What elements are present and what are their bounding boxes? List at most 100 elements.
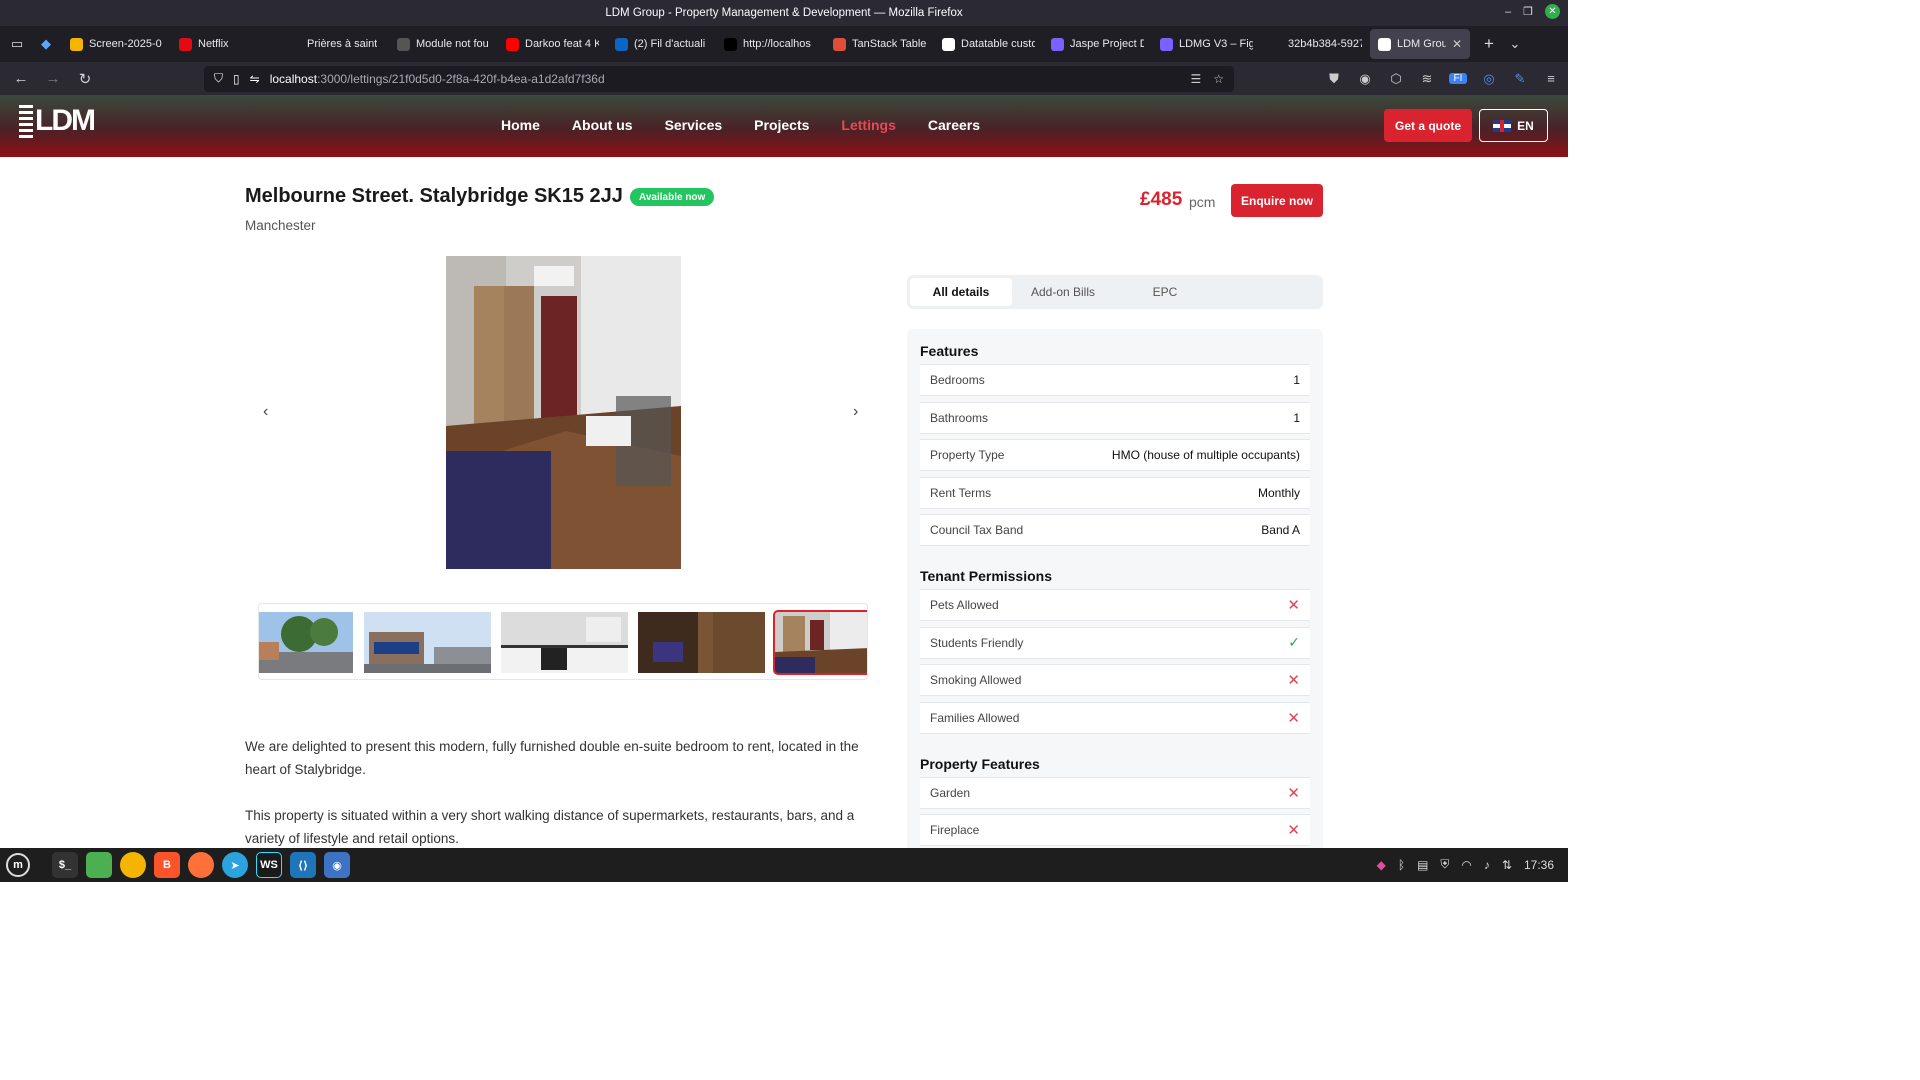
status-badge: Available now <box>630 188 715 206</box>
reader-view-icon[interactable]: ☰ <box>1190 72 1201 86</box>
features-heading: Features <box>920 343 979 359</box>
browser-tab[interactable]: Screen-2025-0 <box>62 29 171 59</box>
app-tray-icon[interactable]: ◆ <box>1377 858 1386 872</box>
browser-tab[interactable]: Datatable custo <box>934 29 1043 59</box>
chrome-icon[interactable] <box>120 852 146 878</box>
menu-icon[interactable]: ≡ <box>1542 71 1560 86</box>
back-icon[interactable]: ← <box>8 66 34 92</box>
pocket-icon[interactable]: ⛊ <box>1325 71 1343 87</box>
account-icon[interactable]: ◉ <box>1356 71 1374 87</box>
permission-row: Garden ✕ <box>920 776 1310 809</box>
url-bar[interactable]: ⛉ ▯ ⇋ localhost:3000/lettings/21f0d5d0-2… <box>204 65 1234 92</box>
thumbnail-3[interactable] <box>501 612 628 673</box>
main-nav: Home About us Services Projects Lettings Care… <box>501 117 1012 133</box>
tab-all-details[interactable]: All details <box>910 278 1012 306</box>
reload-icon[interactable]: ↻ <box>72 66 98 92</box>
os-taskbar: m $_ B ➤ WS ⟨⟩ ◉ ◆ ᛒ ▤ ⛨ ◠ ♪ ⇅ 17:36 <box>0 848 1568 882</box>
brave-icon[interactable]: B <box>154 852 180 878</box>
browser-tab[interactable]: LDM Group - ✕ <box>1370 29 1470 59</box>
tab-add-on-bills[interactable]: Add-on Bills <box>1012 278 1114 306</box>
tab-title: Datatable custo <box>961 38 1035 50</box>
browser-tab[interactable]: (2) Fil d'actuali <box>607 29 716 59</box>
cross-icon: ✕ <box>1287 709 1300 727</box>
extension-blue-icon[interactable]: ◎ <box>1480 71 1498 87</box>
permission-label: Fireplace <box>930 823 980 837</box>
nav-home[interactable]: Home <box>501 117 540 133</box>
extension-fi-icon[interactable]: FI <box>1449 73 1467 84</box>
new-tab-icon[interactable]: + <box>1476 31 1502 57</box>
property-features-list: Garden ✕ Fireplace ✕ <box>920 776 1310 846</box>
page-icon <box>1269 37 1282 51</box>
language-button[interactable]: EN <box>1479 109 1548 142</box>
thumbnail-2[interactable] <box>364 612 491 673</box>
cross-icon: ✕ <box>1287 672 1300 689</box>
enquire-button[interactable]: Enquire now <box>1231 184 1323 217</box>
firefox-icon[interactable] <box>188 852 214 878</box>
nav-lettings[interactable]: Lettings <box>841 117 895 133</box>
property-price: £485 <box>1140 189 1183 210</box>
nav-about-us[interactable]: About us <box>572 117 633 133</box>
browser-tab[interactable]: Prières à saint <box>280 29 389 59</box>
gallery-next-icon[interactable]: › <box>853 403 858 421</box>
nav-projects[interactable]: Projects <box>754 117 809 133</box>
permission-label: Garden <box>930 785 971 800</box>
clipboard-icon[interactable]: ▤ <box>1417 858 1428 872</box>
permissions-icon[interactable]: ⇋ <box>250 72 260 86</box>
clock[interactable]: 17:36 <box>1524 858 1554 872</box>
get-quote-button[interactable]: Get a quote <box>1384 109 1472 142</box>
shield-tray-icon[interactable]: ⛨ <box>1440 857 1449 872</box>
site-header: LDM Home About us Services Projects Lettings… <box>0 95 1568 157</box>
permission-row: Families Allowed ✕ <box>920 701 1310 734</box>
nav-services[interactable]: Services <box>665 117 723 133</box>
tab-bar: ▭ ◆ Screen-2025-0 Netflix Prières à saint M… <box>0 26 1568 62</box>
firefox-view-icon[interactable]: ▭ <box>4 31 30 57</box>
browser-tab[interactable]: Netflix <box>171 29 280 59</box>
thumbnail-strip <box>258 603 868 680</box>
permission-label: Families Allowed <box>930 710 1020 725</box>
nav-careers[interactable]: Careers <box>928 117 980 133</box>
screenshot-icon[interactable]: ◉ <box>324 852 350 878</box>
tanstack-icon <box>833 37 846 51</box>
telegram-icon[interactable]: ➤ <box>222 852 248 878</box>
network-icon[interactable]: ⇅ <box>1502 858 1512 872</box>
browser-tab[interactable]: Jaspe Project D <box>1043 29 1152 59</box>
url-host: localhost <box>269 71 318 86</box>
window-controls: – ❐ ✕ <box>1505 4 1560 19</box>
figma-icon <box>1051 37 1064 51</box>
volume-icon[interactable]: ♪ <box>1484 858 1490 872</box>
extensions-icon[interactable]: ⬡ <box>1387 71 1405 87</box>
browser-tab[interactable]: Module not fou <box>389 29 498 59</box>
thumbnail-4[interactable] <box>638 612 765 673</box>
browser-tab[interactable]: TanStack Table <box>825 29 934 59</box>
maximize-icon[interactable]: ❐ <box>1523 5 1533 18</box>
bookmark-star-icon[interactable]: ☆ <box>1213 72 1224 86</box>
thumbnail-5[interactable] <box>773 610 867 675</box>
browser-tab[interactable]: 32b4b384-5927-40 <box>1261 29 1370 59</box>
extension-icon[interactable]: ≋ <box>1418 71 1436 87</box>
tab-epc[interactable]: EPC <box>1114 278 1216 306</box>
terminal-icon[interactable]: $_ <box>52 852 78 878</box>
vscode-icon[interactable]: ⟨⟩ <box>290 852 316 878</box>
browser-tab[interactable]: LDMG V3 – Figr <box>1152 29 1261 59</box>
list-tabs-icon[interactable]: ⌄ <box>1502 31 1528 57</box>
price-period: pcm <box>1189 194 1216 210</box>
webstorm-icon[interactable]: WS <box>256 852 282 878</box>
browser-tab[interactable]: Darkoo feat 4 K <box>498 29 607 59</box>
ldm-logo[interactable]: LDM <box>19 104 96 138</box>
features-list: Bedrooms 1 Bathrooms 1 Property Type HMO (hou… <box>920 364 1310 546</box>
gallery-prev-icon[interactable]: ‹ <box>263 403 268 421</box>
feature-row: Bathrooms 1 <box>920 401 1310 434</box>
shield-icon[interactable]: ⛉ <box>214 71 223 86</box>
wifi-icon[interactable]: ◠ <box>1461 858 1471 872</box>
close-window-icon[interactable]: ✕ <box>1545 4 1560 19</box>
pinned-app-icon[interactable]: ◆ <box>30 31 62 57</box>
minimize-icon[interactable]: – <box>1505 6 1511 18</box>
forward-icon[interactable]: → <box>40 66 66 92</box>
extension-pen-icon[interactable]: ✎ <box>1511 71 1529 87</box>
browser-tab[interactable]: http://localhos <box>716 29 825 59</box>
files-icon[interactable] <box>86 852 112 878</box>
mint-menu-icon[interactable]: m <box>6 853 30 877</box>
thumbnail-1[interactable] <box>259 612 353 673</box>
bluetooth-icon[interactable]: ᛒ <box>1398 858 1405 872</box>
close-tab-icon[interactable]: ✕ <box>1452 37 1462 51</box>
